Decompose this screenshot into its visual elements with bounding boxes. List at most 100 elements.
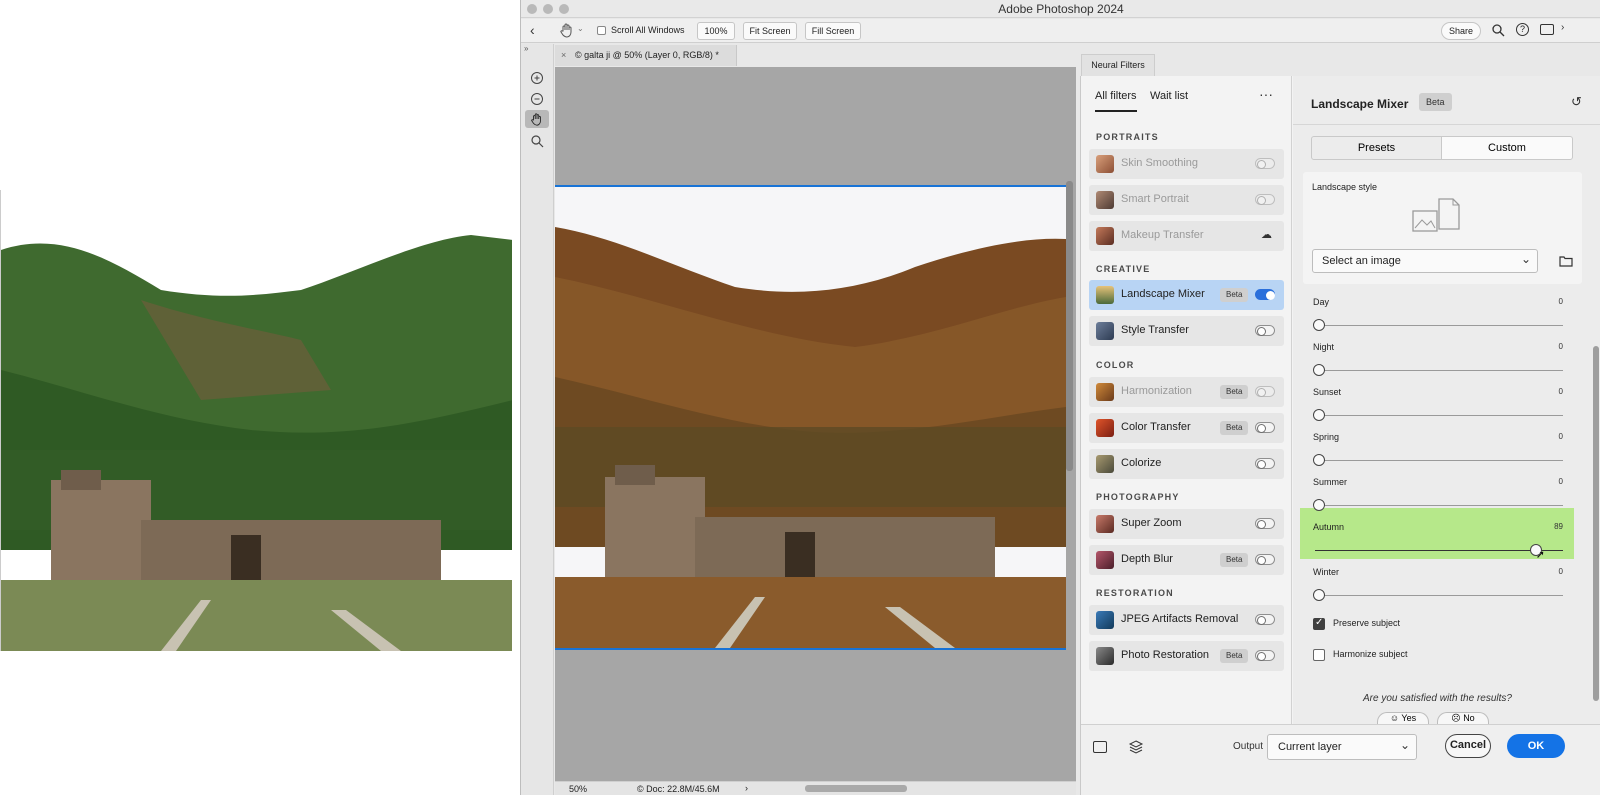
select-image-label: Select an image — [1322, 255, 1401, 267]
slider-label: Winter — [1313, 567, 1340, 577]
slider-knob[interactable] — [1313, 589, 1325, 601]
filter-super-zoom[interactable]: Super Zoom — [1089, 509, 1284, 539]
window-title: Adobe Photoshop 2024 — [998, 2, 1124, 16]
cloud-download-icon[interactable]: ☁ — [1261, 228, 1272, 241]
filter-toggle[interactable] — [1255, 289, 1275, 300]
expand-panel-icon[interactable]: » — [524, 44, 528, 53]
filter-colorize[interactable]: Colorize — [1089, 449, 1284, 479]
filter-toggle[interactable] — [1255, 386, 1275, 397]
neural-filters-tab[interactable]: Neural Filters — [1081, 54, 1155, 76]
section-creative: CREATIVE — [1096, 264, 1151, 274]
close-tab-icon[interactable]: × — [561, 45, 566, 66]
filter-skin-smoothing[interactable]: Skin Smoothing — [1089, 149, 1284, 179]
filter-style-transfer[interactable]: Style Transfer — [1089, 316, 1284, 346]
slider-track[interactable] — [1315, 595, 1563, 596]
folder-icon[interactable] — [1559, 254, 1573, 272]
filter-toggle[interactable] — [1255, 325, 1275, 336]
vertical-scrollbar[interactable] — [1066, 181, 1073, 471]
zoom-100-button[interactable]: 100% — [697, 22, 735, 40]
slider-track[interactable] — [1315, 550, 1563, 551]
back-arrow-icon[interactable]: ‹ — [530, 22, 535, 38]
slider-knob[interactable] — [1313, 364, 1325, 376]
filter-smart-portrait[interactable]: Smart Portrait — [1089, 185, 1284, 215]
filter-thumbnail — [1096, 155, 1114, 173]
slider-value: 0 — [1558, 432, 1563, 441]
filter-toggle[interactable] — [1255, 650, 1275, 661]
slider-knob[interactable] — [1313, 454, 1325, 466]
harmonize-subject-checkbox[interactable] — [1313, 649, 1325, 661]
search-icon[interactable] — [1491, 23, 1505, 39]
document-tab[interactable]: × © galta ji @ 50% (Layer 0, RGB/8) * — [555, 45, 737, 66]
fill-screen-button[interactable]: Fill Screen — [805, 22, 861, 40]
filter-depth-blur[interactable]: Depth Blur Beta — [1089, 545, 1284, 575]
filter-harmonization[interactable]: Harmonization Beta — [1089, 377, 1284, 407]
chevron-right-icon[interactable]: › — [1561, 22, 1564, 33]
reset-icon[interactable]: ↺ — [1571, 94, 1582, 110]
help-icon[interactable]: ? — [1516, 23, 1529, 36]
landscape-style-label: Landscape style — [1312, 182, 1378, 192]
chevron-down-icon: ⌄ — [1400, 738, 1411, 752]
share-button[interactable]: Share — [1441, 22, 1481, 40]
filter-landscape-mixer[interactable]: Landscape Mixer Beta — [1089, 280, 1284, 310]
horizontal-scrollbar[interactable] — [805, 785, 907, 792]
document-canvas[interactable] — [555, 185, 1066, 650]
filter-toggle[interactable] — [1255, 518, 1275, 529]
slider-knob[interactable] — [1313, 319, 1325, 331]
section-photography: PHOTOGRAPHY — [1096, 492, 1180, 502]
layers-icon[interactable] — [1128, 739, 1144, 760]
slider-track[interactable] — [1315, 325, 1563, 326]
filter-label: Harmonization — [1121, 385, 1192, 397]
filter-toggle[interactable] — [1255, 554, 1275, 565]
select-image-dropdown[interactable]: Select an image ⌄ — [1312, 249, 1538, 273]
fit-screen-button[interactable]: Fit Screen — [743, 22, 797, 40]
yes-button[interactable]: ☺ Yes — [1377, 712, 1429, 724]
ok-button[interactable]: OK — [1507, 734, 1565, 758]
filter-thumbnail — [1096, 455, 1114, 473]
no-button[interactable]: ☹ No — [1437, 712, 1489, 724]
tab-custom[interactable]: Custom — [1441, 136, 1573, 160]
scroll-all-windows-checkbox[interactable] — [597, 26, 606, 35]
zoom-in-icon[interactable] — [525, 69, 549, 87]
chevron-down-icon[interactable]: ⌄ — [577, 24, 584, 33]
settings-scrollbar[interactable] — [1593, 346, 1599, 701]
hand-tool-icon[interactable] — [559, 22, 575, 40]
filter-toggle[interactable] — [1255, 458, 1275, 469]
tab-presets[interactable]: Presets — [1311, 136, 1442, 160]
tab-all-filters[interactable]: All filters — [1095, 90, 1137, 102]
slider-track[interactable] — [1315, 370, 1563, 371]
chevron-right-icon[interactable]: › — [745, 783, 748, 793]
filter-jpeg-artifacts-removal[interactable]: JPEG Artifacts Removal — [1089, 605, 1284, 635]
workspace-icon[interactable] — [1540, 24, 1554, 35]
hand-tool-icon[interactable] — [525, 110, 549, 128]
yes-label: Yes — [1401, 713, 1417, 723]
filter-toggle[interactable] — [1255, 158, 1275, 169]
filter-toggle[interactable] — [1255, 422, 1275, 433]
filter-makeup-transfer[interactable]: Makeup Transfer ☁ — [1089, 221, 1284, 251]
tab-wait-list[interactable]: Wait list — [1150, 90, 1188, 102]
slider-label: Spring — [1313, 432, 1340, 442]
document-tab-title: © galta ji @ 50% (Layer 0, RGB/8) * — [575, 50, 719, 60]
slider-track[interactable] — [1315, 505, 1563, 506]
filter-label: Depth Blur — [1121, 553, 1173, 565]
filter-toggle[interactable] — [1255, 614, 1275, 625]
filter-color-transfer[interactable]: Color Transfer Beta — [1089, 413, 1284, 443]
cancel-button[interactable]: Cancel — [1445, 734, 1491, 758]
slider-track[interactable] — [1315, 460, 1563, 461]
preserve-subject-checkbox[interactable] — [1313, 617, 1325, 630]
slider-knob[interactable] — [1313, 499, 1325, 511]
more-options-icon[interactable]: ··· — [1259, 86, 1273, 102]
zoom-out-icon[interactable] — [525, 90, 549, 108]
zoom-tool-icon[interactable] — [525, 132, 549, 150]
canvas-area[interactable] — [555, 67, 1076, 781]
filter-photo-restoration[interactable]: Photo Restoration Beta — [1089, 641, 1284, 671]
frown-icon: ☹ — [1451, 713, 1461, 723]
slider-knob[interactable] — [1313, 409, 1325, 421]
slider-track[interactable] — [1315, 415, 1563, 416]
beta-badge: Beta — [1220, 649, 1249, 663]
filter-toggle[interactable] — [1255, 194, 1275, 205]
doc-size-info: © Doc: 22.8M/45.6M — [637, 784, 720, 794]
output-dropdown[interactable]: Current layer ⌄ — [1267, 734, 1417, 760]
compare-view-icon[interactable] — [1093, 741, 1107, 753]
zoom-level[interactable]: 50% — [569, 784, 587, 794]
filter-thumbnail — [1096, 322, 1114, 340]
